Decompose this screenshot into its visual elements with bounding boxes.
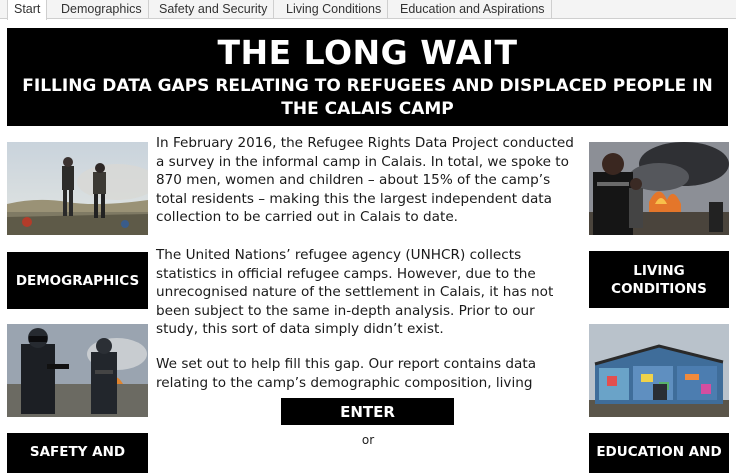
living-conditions-button[interactable]: LIVING CONDITIONS: [589, 251, 729, 308]
or-label: or: [361, 433, 375, 447]
tab-education-and-aspirations[interactable]: Education and Aspirations: [394, 0, 552, 19]
tab-demographics[interactable]: Demographics: [55, 0, 149, 19]
tab-start[interactable]: Start: [7, 0, 48, 20]
page-subtitle: FILLING DATA GAPS RELATING TO REFUGEES A…: [22, 76, 713, 119]
tab-safety-and-security[interactable]: Safety and Security: [153, 0, 275, 19]
camp-fire-photo: [589, 142, 729, 235]
intro-paragraph: In February 2016, the Refugee Rights Dat…: [156, 135, 574, 225]
unhcr-paragraph: The United Nations’ refugee agency (UNHC…: [156, 247, 554, 337]
tab-bar: Start Demographics Safety and Security L…: [0, 0, 736, 20]
riot-police-photo: [7, 324, 148, 417]
tab-living-conditions[interactable]: Living Conditions: [280, 0, 389, 19]
gap-paragraph: We set out to help fill this gap. Our re…: [156, 356, 537, 391]
enter-button[interactable]: ENTER: [281, 398, 454, 425]
demographics-button[interactable]: DEMOGRAPHICS: [7, 252, 148, 309]
education-button[interactable]: EDUCATION AND: [589, 433, 729, 473]
title-banner: THE LONG WAIT FILLING DATA GAPS RELATING…: [7, 28, 728, 126]
safety-button[interactable]: SAFETY AND: [7, 433, 148, 473]
page-title: THE LONG WAIT: [217, 33, 518, 72]
painted-shelter-photo: [589, 324, 729, 417]
camp-smoke-photo: [7, 142, 148, 235]
